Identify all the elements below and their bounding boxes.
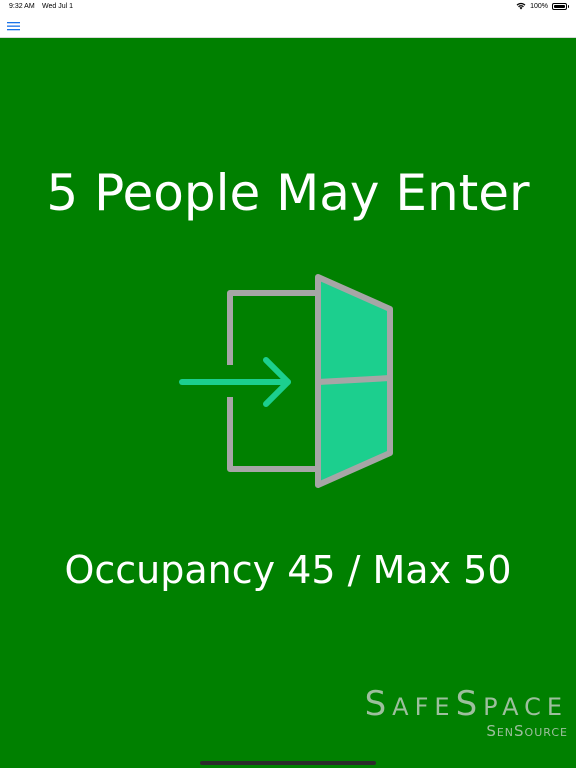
occupancy-count: Occupancy 45 / Max 50	[64, 548, 512, 592]
battery-icon	[552, 2, 569, 10]
wifi-icon	[516, 2, 526, 10]
menu-button[interactable]	[6, 19, 22, 33]
status-date: Wed Jul 1	[42, 3, 73, 10]
app-screen: 9:32 AM Wed Jul 1 100% 5 People May Ente…	[0, 0, 576, 768]
battery-percentage: 100%	[530, 2, 548, 10]
enter-door-icon	[179, 274, 393, 488]
logo-company-text: SenSource	[486, 722, 568, 740]
battery-level-fill	[554, 4, 565, 8]
entry-status-headline: 5 People May Enter	[46, 164, 530, 222]
occupancy-status-panel: 5 People May Enter Occupancy 45 / Max 50…	[0, 38, 576, 768]
safespace-logo: SafeSpace SenSource	[268, 684, 568, 740]
status-bar: 9:32 AM Wed Jul 1 100%	[0, 0, 576, 14]
status-time: 9:32 AM	[9, 3, 35, 10]
logo-brand-text: SafeSpace	[364, 684, 568, 724]
status-indicators: 100%	[516, 2, 569, 10]
navigation-bar	[0, 14, 576, 38]
home-indicator[interactable]	[200, 761, 376, 765]
hamburger-menu-icon	[7, 22, 20, 31]
